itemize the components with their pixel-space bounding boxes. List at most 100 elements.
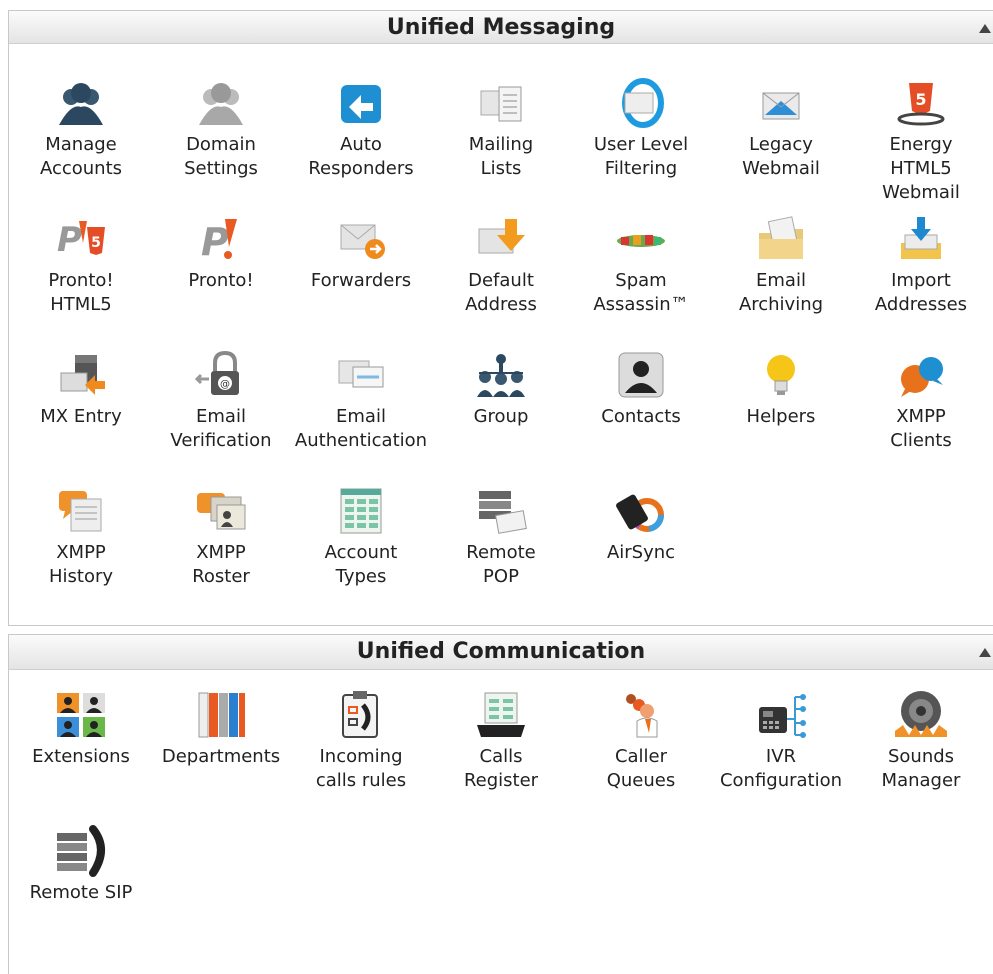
remote-sip-icon — [57, 825, 105, 877]
tool-label: Import Addresses — [874, 270, 968, 315]
tool-label: Pronto! HTML5 — [48, 270, 114, 315]
default-address-icon — [478, 219, 525, 254]
unified-communication-header[interactable]: Unified Communication — [9, 635, 993, 670]
queue-people-icon — [626, 694, 658, 738]
pronto-html5-icon: P5 — [57, 220, 105, 260]
extensions-icon — [57, 693, 105, 737]
forward-envelope-icon — [340, 224, 385, 259]
binders-icon — [198, 692, 245, 738]
tool-group[interactable]: Group — [431, 349, 571, 429]
tool-mx-server[interactable]: MX Entry — [11, 349, 151, 429]
tool-label: AirSync — [606, 542, 676, 563]
mx-server-icon — [60, 355, 105, 395]
svg-text:@: @ — [220, 379, 230, 390]
tool-label: Group — [473, 406, 529, 427]
airsync-phone-icon — [616, 494, 664, 532]
html5-shield-icon: 5 — [897, 83, 945, 126]
roster-cards-icon — [197, 493, 246, 530]
chat-bubbles-icon — [901, 357, 943, 397]
tool-label: Email Verification — [170, 406, 272, 451]
tool-import-tray[interactable]: Import Addresses — [851, 213, 991, 317]
archive-folder-icon — [759, 216, 803, 259]
tool-default-address[interactable]: Default Address — [431, 213, 571, 317]
auto-responder-icon — [341, 85, 381, 123]
panel-title: Unified Communication — [356, 639, 646, 664]
tool-label: Remote POP — [466, 542, 536, 587]
contact-icon — [618, 352, 664, 398]
panel-title: Unified Messaging — [386, 15, 616, 40]
tool-domain-users[interactable]: Domain Settings — [151, 77, 291, 181]
tool-extensions[interactable]: Extensions — [11, 689, 151, 769]
spreadsheet-icon — [340, 488, 382, 534]
pronto-icon: P — [201, 219, 237, 264]
tool-queue-people[interactable]: Caller Queues — [571, 689, 711, 793]
tool-webmail-envelope[interactable]: Legacy Webmail — [711, 77, 851, 181]
tool-label: Incoming calls rules — [315, 746, 407, 791]
collapse-arrow-icon[interactable] — [979, 24, 991, 33]
tool-auto-responder[interactable]: Auto Responders — [291, 77, 431, 181]
tool-airsync-phone[interactable]: AirSync — [571, 485, 711, 565]
tool-label: Remote SIP — [29, 882, 133, 903]
tool-mailing-list[interactable]: Mailing Lists — [431, 77, 571, 181]
svg-text:5: 5 — [91, 235, 101, 251]
tool-pronto-html5[interactable]: P 5 Pronto! HTML5 — [11, 213, 151, 317]
remote-pop-icon — [479, 491, 527, 534]
group-icon — [477, 354, 525, 397]
tool-filter[interactable]: User Level Filtering — [571, 77, 711, 181]
tool-chat-history[interactable]: XMPP History — [11, 485, 151, 589]
tool-label: Caller Queues — [606, 746, 676, 791]
unified-communication-panel: Unified Communication Extensions Departme… — [8, 634, 993, 974]
chat-history-icon — [59, 491, 102, 532]
collapse-arrow-icon[interactable] — [979, 648, 991, 657]
tool-label: MX Entry — [40, 406, 122, 427]
tool-calls-register[interactable]: Calls Register — [431, 689, 571, 793]
users-icon — [59, 83, 103, 125]
tool-contact[interactable]: Contacts — [571, 349, 711, 429]
tool-html5-shield[interactable]: 5 Energy HTML5 Webmail — [851, 77, 991, 205]
tool-forward-envelope[interactable]: Forwarders — [291, 213, 431, 293]
tool-label: IVR Configuration — [719, 746, 843, 791]
webmail-envelope-icon — [762, 92, 800, 120]
import-tray-icon — [901, 217, 941, 259]
lightbulb-icon — [767, 355, 795, 395]
tool-lightbulb[interactable]: Helpers — [711, 349, 851, 429]
tool-ivr-phone[interactable]: IVR Configuration — [711, 689, 851, 793]
tool-roster-cards[interactable]: XMPP Roster — [151, 485, 291, 589]
tool-padlock[interactable]: @ Email Verification — [151, 349, 291, 453]
svg-text:P: P — [57, 220, 82, 260]
spam-icon — [617, 235, 665, 247]
tool-label: Domain Settings — [184, 134, 258, 179]
tool-label: User Level Filtering — [593, 134, 689, 179]
tool-clipboard-phone[interactable]: Incoming calls rules — [291, 689, 431, 793]
tool-label: Departments — [161, 746, 281, 767]
tool-archive-folder[interactable]: Email Archiving — [711, 213, 851, 317]
unified-messaging-panel: Unified Messaging Manage Accounts Domain … — [8, 10, 993, 626]
tool-label: Legacy Webmail — [742, 134, 820, 179]
tool-speaker[interactable]: Sounds Manager — [851, 689, 991, 793]
ivr-phone-icon — [759, 694, 806, 738]
tool-spam[interactable]: Spam Assassin™ — [571, 213, 711, 317]
tool-pronto[interactable]: P Pronto! — [151, 213, 291, 293]
tool-label: XMPP Clients — [890, 406, 952, 451]
svg-text:5: 5 — [915, 90, 926, 109]
tool-label: Email Authentication — [294, 406, 428, 451]
tool-users[interactable]: Manage Accounts — [11, 77, 151, 181]
padlock-icon: @ — [194, 350, 239, 395]
tool-remote-sip[interactable]: Remote SIP — [11, 825, 151, 905]
tool-label: Default Address — [465, 270, 537, 315]
tool-label: Forwarders — [310, 270, 412, 291]
tool-spreadsheet[interactable]: Account Types — [291, 485, 431, 589]
tool-label: Energy HTML5 Webmail — [882, 134, 960, 203]
tool-label: Mailing Lists — [468, 134, 534, 179]
tool-binders[interactable]: Departments — [151, 689, 291, 769]
tool-label: Manage Accounts — [39, 134, 123, 179]
tool-label: Email Archiving — [738, 270, 824, 315]
speaker-icon — [895, 691, 947, 737]
auth-card-icon — [338, 360, 384, 388]
tool-label: Account Types — [324, 542, 398, 587]
unified-messaging-header[interactable]: Unified Messaging — [9, 11, 993, 44]
tool-remote-pop[interactable]: Remote POP — [431, 485, 571, 589]
tool-label: Sounds Manager — [881, 746, 961, 791]
tool-auth-card[interactable]: Email Authentication — [291, 349, 431, 453]
tool-chat-bubbles[interactable]: XMPP Clients — [851, 349, 991, 453]
